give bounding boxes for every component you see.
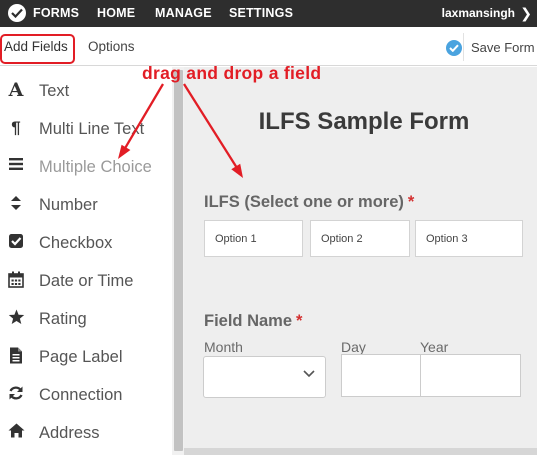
year-label: Year bbox=[420, 339, 449, 355]
font-icon: A bbox=[8, 79, 24, 101]
sidebar-item-rating[interactable]: Rating bbox=[0, 300, 172, 336]
sidebar-item-label: Address bbox=[39, 424, 100, 442]
sidebar-item-number[interactable]: Number bbox=[0, 186, 172, 222]
day-label: Day bbox=[341, 339, 366, 355]
chevron-right-icon[interactable]: ❯ bbox=[520, 0, 532, 27]
checkbox-option-1[interactable]: Option 1 bbox=[204, 220, 303, 257]
refresh-icon bbox=[7, 385, 25, 403]
document-icon bbox=[7, 347, 25, 365]
annotation-highlight-box bbox=[0, 34, 75, 64]
nav-manage[interactable]: MANAGE bbox=[155, 0, 212, 27]
tab-options[interactable]: Options bbox=[88, 39, 135, 54]
sidebar-scrollbar-thumb[interactable] bbox=[174, 70, 183, 451]
star-icon bbox=[7, 309, 25, 327]
sidebar-item-label: Date or Time bbox=[39, 272, 134, 290]
nav-settings[interactable]: SETTINGS bbox=[229, 0, 293, 27]
form-title[interactable]: ILFS Sample Form bbox=[184, 108, 537, 136]
sidebar-item-checkbox[interactable]: Checkbox bbox=[0, 224, 172, 260]
sidebar-item-label: Multi Line Text bbox=[39, 120, 145, 138]
canvas-bottom-edge bbox=[184, 448, 537, 455]
sidebar-item-label: Multiple Choice bbox=[39, 158, 152, 176]
required-marker: * bbox=[407, 193, 415, 211]
field-label-ilfs[interactable]: ILFS (Select one or more) * bbox=[204, 193, 414, 212]
check-circle-icon[interactable] bbox=[8, 4, 26, 22]
month-label: Month bbox=[204, 339, 243, 355]
sidebar-item-address[interactable]: Address bbox=[0, 414, 172, 450]
day-year-inputs[interactable] bbox=[341, 354, 521, 397]
sidebar-item-label: Connection bbox=[39, 386, 123, 404]
top-navigation-bar: FORMS HOME MANAGE SETTINGS laxmansingh ❯ bbox=[0, 0, 537, 27]
sidebar-item-label: Rating bbox=[39, 310, 87, 328]
annotation-text: drag and drop a field bbox=[142, 63, 322, 83]
sidebar-item-label: Number bbox=[39, 196, 98, 214]
field-label-text: Field Name bbox=[204, 312, 293, 330]
checkbox-option-2[interactable]: Option 2 bbox=[310, 220, 410, 257]
sidebar-item-page-label[interactable]: Page Label bbox=[0, 338, 172, 374]
required-marker: * bbox=[296, 312, 303, 330]
checkbox-option-3[interactable]: Option 3 bbox=[415, 220, 523, 257]
paragraph-icon: ¶ bbox=[11, 118, 21, 137]
chevron-down-icon bbox=[303, 370, 315, 378]
month-select[interactable] bbox=[203, 356, 326, 398]
sidebar-item-multi-line-text[interactable]: ¶ Multi Line Text bbox=[0, 110, 172, 146]
field-palette: A Text ¶ Multi Line Text Multiple Choice… bbox=[0, 67, 172, 455]
save-form-button[interactable]: Save Form bbox=[471, 40, 535, 55]
nav-home[interactable]: HOME bbox=[97, 0, 135, 27]
sidebar-item-connection[interactable]: Connection bbox=[0, 376, 172, 412]
sidebar-item-label: Checkbox bbox=[39, 234, 113, 252]
home-icon bbox=[7, 423, 25, 441]
sidebar-item-label: Page Label bbox=[39, 348, 123, 366]
nav-forms[interactable]: FORMS bbox=[33, 0, 79, 27]
option-label: Option 1 bbox=[215, 233, 257, 245]
toolbar-divider bbox=[463, 33, 464, 61]
sidebar-item-label: Text bbox=[39, 82, 70, 100]
option-label: Option 2 bbox=[321, 233, 363, 245]
calendar-icon bbox=[7, 271, 25, 289]
list-icon bbox=[7, 157, 25, 175]
checkbox-icon bbox=[7, 233, 25, 251]
check-circle-icon[interactable] bbox=[446, 40, 462, 56]
field-label-text: ILFS (Select one or more) bbox=[204, 193, 404, 211]
input-divider bbox=[420, 355, 421, 396]
username-menu[interactable]: laxmansingh bbox=[442, 0, 515, 27]
sidebar-item-multiple-choice[interactable]: Multiple Choice bbox=[0, 148, 172, 184]
field-label-field-name[interactable]: Field Name * bbox=[204, 312, 302, 331]
sidebar-item-date-or-time[interactable]: Date or Time bbox=[0, 262, 172, 298]
option-label: Option 3 bbox=[426, 233, 468, 245]
sort-icon bbox=[7, 195, 25, 213]
